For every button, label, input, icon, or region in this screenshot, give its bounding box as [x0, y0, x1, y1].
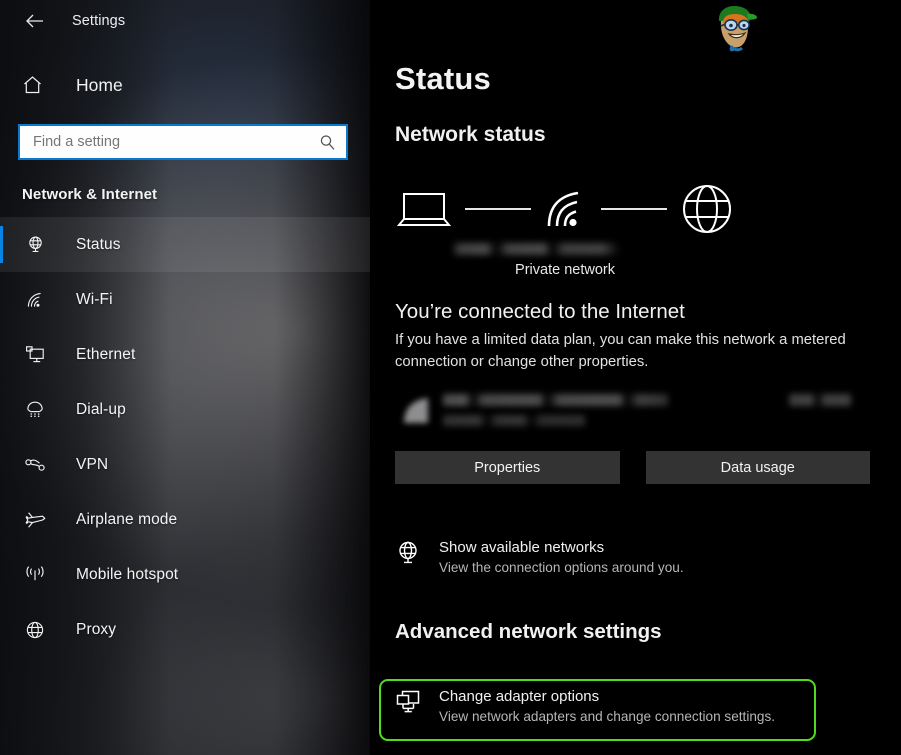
sidebar-nav-list: Status Wi-Fi Ethernet Dial-up VPN Airpla…: [0, 217, 370, 657]
sidebar-item-airplane-mode[interactable]: Airplane mode: [0, 492, 370, 547]
data-usage-button[interactable]: Data usage: [645, 451, 870, 484]
usage-amount-redacted: [789, 394, 851, 406]
hotspot-icon: [22, 565, 48, 584]
page-title: Status: [395, 61, 491, 96]
usage-network-name-redacted: [443, 394, 668, 406]
globe-monitor-icon: [22, 235, 48, 254]
link-subtitle: View the connection options around you.: [439, 560, 684, 575]
home-icon: [22, 75, 48, 95]
network-usage-summary: [395, 390, 870, 436]
wifi-icon: [22, 291, 48, 309]
adapter-monitor-icon: [395, 687, 427, 715]
ethernet-icon: [22, 345, 48, 364]
sidebar-item-label: Status: [76, 235, 121, 253]
sidebar-item-label: Dial-up: [76, 400, 126, 418]
vpn-icon: [22, 457, 48, 473]
adapter-options-title: Change adapter options: [439, 688, 600, 705]
usage-period-redacted: [443, 415, 585, 426]
back-button[interactable]: [18, 6, 52, 36]
adapter-options-subtitle: View network adapters and change connect…: [439, 709, 776, 724]
advanced-network-settings-heading: Advanced network settings: [395, 620, 662, 643]
search-input[interactable]: [33, 134, 319, 150]
network-ssid-redacted: [452, 243, 620, 255]
action-button-row: Properties Data usage: [395, 451, 870, 484]
wifi-signal-icon: [400, 396, 434, 426]
sidebar-item-vpn[interactable]: VPN: [0, 437, 370, 492]
search-icon[interactable]: [319, 134, 336, 151]
settings-window: Settings Home Find a setting Network & I…: [0, 0, 901, 755]
wifi-signal-icon: [543, 188, 589, 230]
network-status-heading: Network status: [395, 123, 546, 146]
app-title: Settings: [72, 13, 126, 29]
mascot-logo-icon: [707, 2, 763, 54]
show-available-networks-link[interactable]: Show available networks View the connect…: [395, 538, 835, 577]
globe-monitor-icon: [395, 538, 427, 566]
dialup-phone-icon: [22, 400, 48, 419]
connection-line-right: [601, 208, 667, 210]
sidebar-category-heading: Network & Internet: [22, 186, 158, 203]
properties-button[interactable]: Properties: [395, 451, 620, 484]
network-map: [395, 176, 735, 242]
change-adapter-options-link[interactable]: Change adapter options View network adap…: [395, 687, 815, 726]
sidebar-item-label: Wi-Fi: [76, 290, 113, 308]
sidebar-item-wifi[interactable]: Wi-Fi: [0, 272, 370, 327]
sidebar-item-home[interactable]: Home: [0, 62, 370, 108]
laptop-icon: [395, 188, 453, 230]
sidebar-home-label: Home: [76, 74, 123, 95]
sidebar-item-label: Ethernet: [76, 345, 136, 363]
back-arrow-icon: [25, 13, 45, 29]
network-type-label: Private network: [515, 262, 615, 278]
connection-description: If you have a limited data plan, you can…: [395, 332, 846, 370]
sidebar-item-label: Mobile hotspot: [76, 565, 179, 583]
globe-icon: [679, 181, 735, 237]
sidebar-item-label: Airplane mode: [76, 510, 178, 528]
sidebar-item-mobile-hotspot[interactable]: Mobile hotspot: [0, 547, 370, 602]
sidebar-item-proxy[interactable]: Proxy: [0, 602, 370, 657]
connection-heading: You’re connected to the Internet: [395, 300, 685, 323]
search-box[interactable]: [18, 124, 348, 160]
title-bar: Settings: [0, 0, 370, 42]
sidebar-item-label: VPN: [76, 455, 109, 473]
airplane-icon: [22, 510, 48, 529]
sidebar-item-label: Proxy: [76, 620, 117, 638]
main-content: Status Network status Private network Yo…: [370, 0, 901, 755]
sidebar-item-status[interactable]: Status: [0, 217, 370, 272]
sidebar-item-ethernet[interactable]: Ethernet: [0, 327, 370, 382]
globe-icon: [22, 620, 48, 640]
connection-line-left: [465, 208, 531, 210]
link-title: Show available networks: [439, 539, 605, 556]
sidebar-item-dial-up[interactable]: Dial-up: [0, 382, 370, 437]
sidebar: Settings Home Find a setting Network & I…: [0, 0, 370, 755]
